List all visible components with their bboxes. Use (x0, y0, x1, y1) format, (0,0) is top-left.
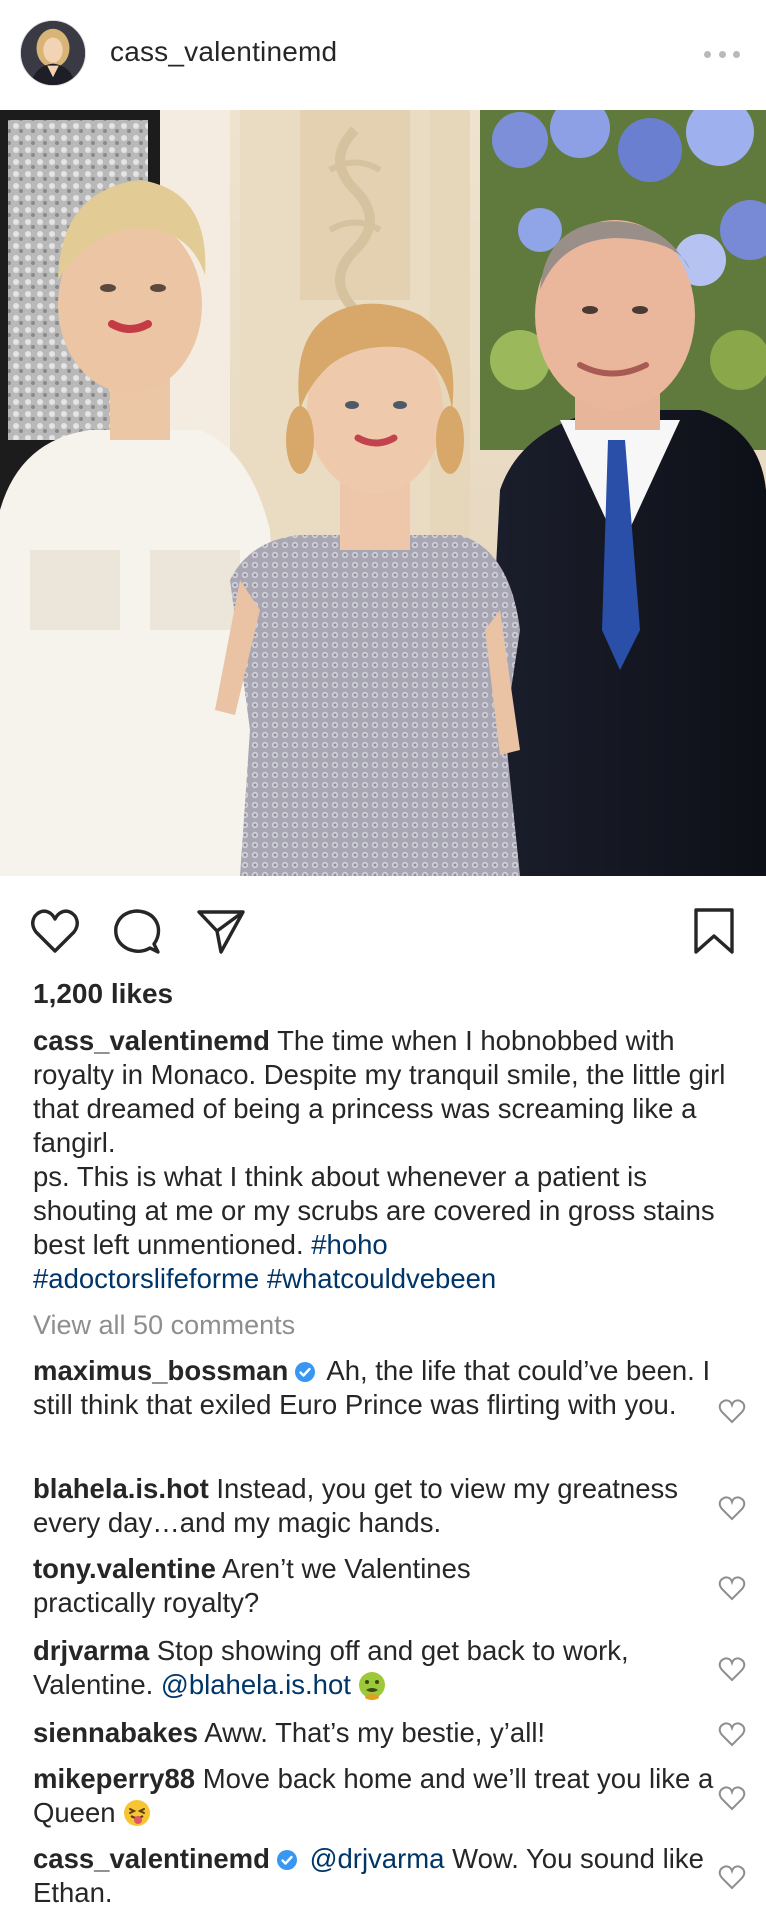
small-heart-icon[interactable] (718, 1398, 746, 1424)
comment-username[interactable]: tony.valentine (33, 1553, 216, 1584)
comment-item: mikeperry88 Move back home and we’ll tre… (33, 1762, 723, 1830)
small-heart-icon[interactable] (718, 1721, 746, 1747)
comment-text: Aww. That’s my bestie, y’all! (204, 1717, 546, 1748)
verified-badge-icon (294, 1361, 316, 1383)
avatar[interactable] (20, 20, 86, 86)
post-photo[interactable] (0, 110, 766, 876)
post-header: cass_valentinemd (0, 0, 766, 110)
comment-item: cass_valentinemd @drjvarma Wow. You soun… (33, 1842, 713, 1910)
paper-plane-icon[interactable] (194, 904, 248, 958)
tongue-wink-face-icon (122, 1798, 152, 1828)
comment-item: blahela.is.hot Instead, you get to view … (33, 1472, 723, 1540)
view-all-comments-link[interactable]: View all 50 comments (33, 1310, 295, 1341)
small-heart-icon[interactable] (718, 1495, 746, 1521)
comment-item: tony.valentine Aren’t we Valentines prac… (33, 1552, 553, 1620)
comment-item: drjvarma Stop showing off and get back t… (33, 1634, 723, 1702)
hashtag-link[interactable]: #whatcouldvebeen (267, 1263, 496, 1294)
small-heart-icon[interactable] (718, 1864, 746, 1890)
more-dots-icon[interactable] (704, 40, 740, 68)
action-bar (0, 876, 766, 986)
small-heart-icon[interactable] (718, 1785, 746, 1811)
comment-item: maximus_bossman Ah, the life that could’… (33, 1354, 723, 1422)
verified-badge-icon (276, 1849, 298, 1871)
comment-bubble-icon[interactable] (110, 904, 164, 958)
comment-item: siennabakes Aww. That’s my bestie, y’all… (33, 1716, 723, 1750)
likes-count[interactable]: 1,200 likes (33, 978, 173, 1010)
small-heart-icon[interactable] (718, 1575, 746, 1601)
hashtag-link[interactable]: #adoctorslifeforme (33, 1263, 259, 1294)
small-heart-icon[interactable] (718, 1656, 746, 1682)
comment-username[interactable]: drjvarma (33, 1635, 149, 1666)
caption-username[interactable]: cass_valentinemd (33, 1025, 270, 1056)
comment-username[interactable]: blahela.is.hot (33, 1473, 209, 1504)
comment-username[interactable]: cass_valentinemd (33, 1843, 270, 1874)
hashtag-link[interactable]: #hoho (311, 1229, 387, 1260)
comment-username[interactable]: maximus_bossman (33, 1355, 288, 1386)
comment-username[interactable]: mikeperry88 (33, 1763, 195, 1794)
comment-username[interactable]: siennabakes (33, 1717, 198, 1748)
heart-icon[interactable] (28, 904, 82, 958)
post-caption: cass_valentinemd The time when I hobnobb… (33, 1024, 743, 1296)
mention-link[interactable]: @blahela.is.hot (161, 1669, 351, 1700)
post-author-username[interactable]: cass_valentinemd (110, 36, 337, 68)
nauseated-face-icon (357, 1670, 387, 1700)
mention-link[interactable]: @drjvarma (310, 1843, 445, 1874)
bookmark-icon[interactable] (690, 904, 738, 958)
